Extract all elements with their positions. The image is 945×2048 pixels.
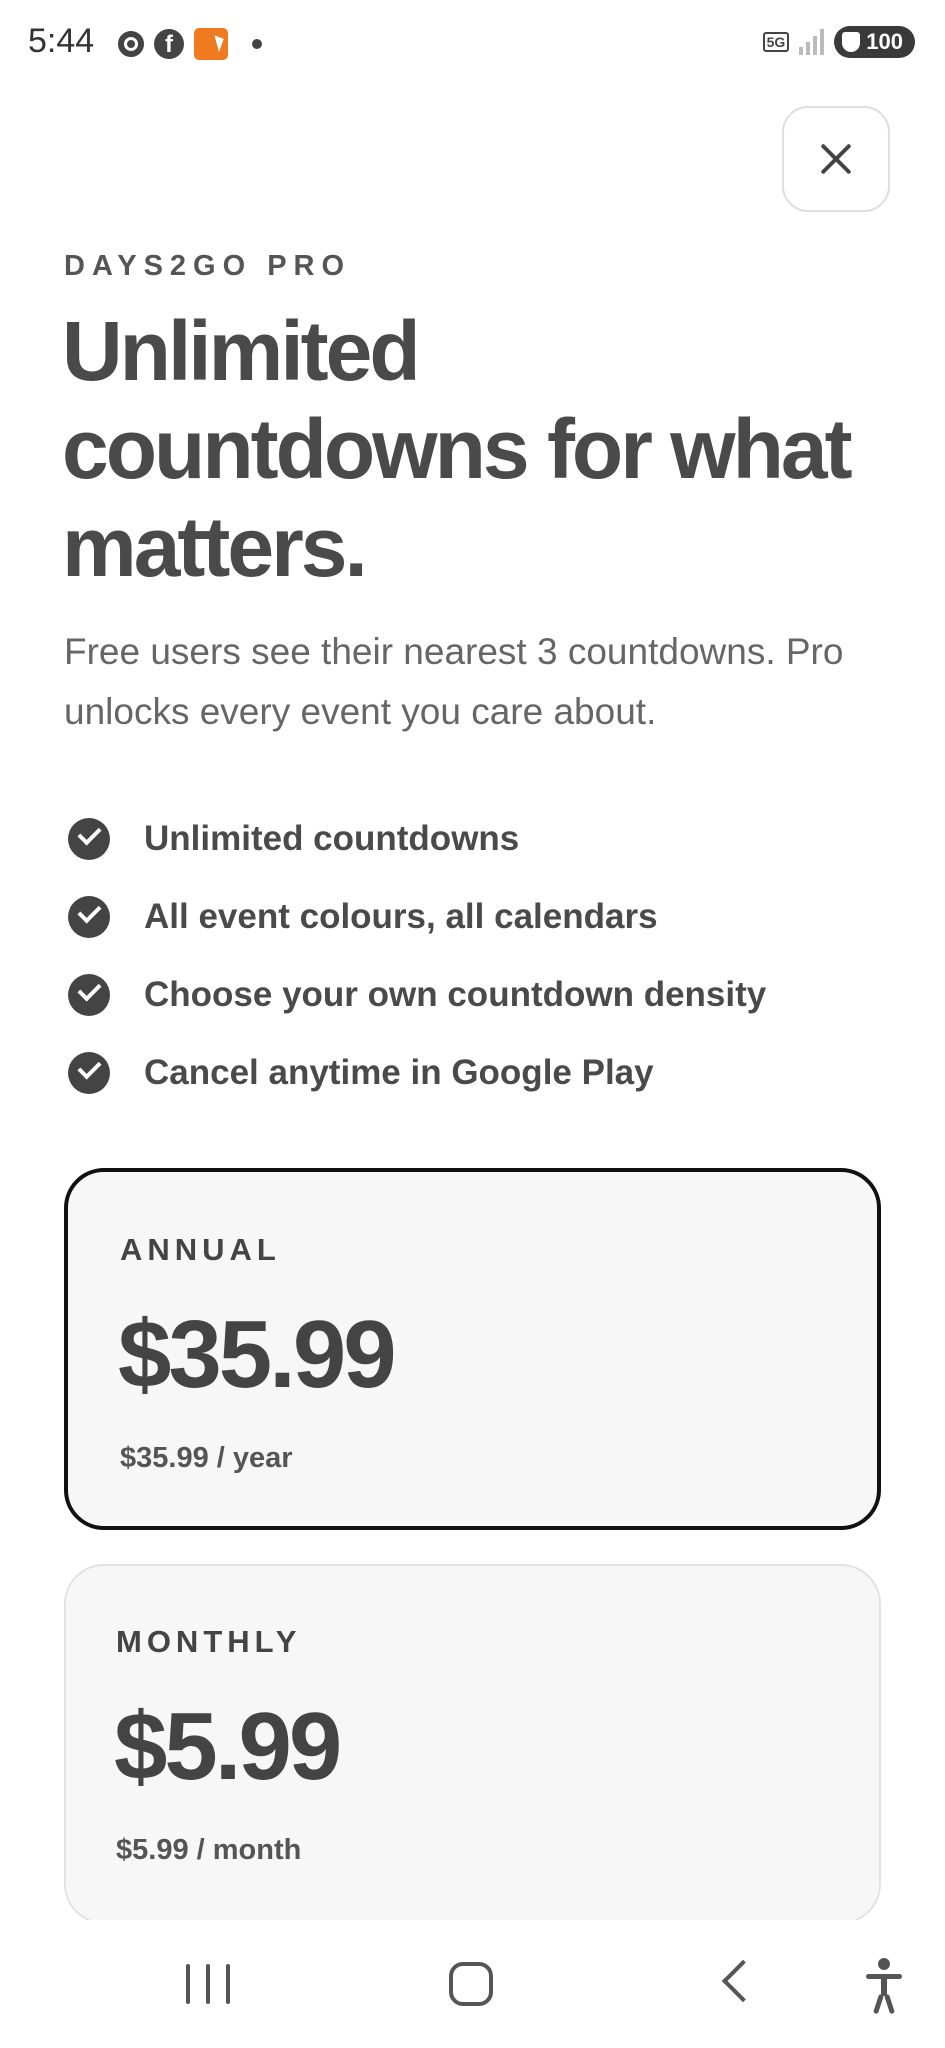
feature-item: Unlimited countdowns <box>68 800 766 878</box>
feature-label: All event colours, all calendars <box>144 897 658 936</box>
check-circle-icon <box>68 1052 110 1094</box>
notification-icons: f <box>118 28 262 60</box>
home-icon[interactable] <box>449 1962 493 2006</box>
check-circle-icon <box>68 818 110 860</box>
feature-item: All event colours, all calendars <box>68 878 766 956</box>
plan-price: $5.99 <box>114 1693 342 1800</box>
shield-icon <box>842 32 861 52</box>
chrome-icon <box>118 31 144 57</box>
plan-period: $35.99 / year <box>120 1442 293 1474</box>
back-icon[interactable] <box>721 1959 765 2003</box>
5g-icon: 5G <box>762 32 790 52</box>
feature-label: Unlimited countdowns <box>144 819 520 858</box>
accessibility-icon[interactable] <box>864 1958 904 2015</box>
facebook-icon: f <box>154 29 184 59</box>
check-circle-icon <box>68 974 110 1016</box>
close-icon <box>820 143 852 175</box>
status-bar: 5:44 f 5G 100 <box>0 0 945 90</box>
battery-level: 100 <box>866 29 903 54</box>
close-button[interactable] <box>782 106 890 212</box>
recent-apps-icon[interactable] <box>186 1964 230 2004</box>
feature-label: Choose your own countdown density <box>144 975 767 1014</box>
plan-price: $35.99 <box>118 1301 397 1408</box>
status-time: 5:44 <box>28 22 95 60</box>
feature-item: Cancel anytime in Google Play <box>68 1034 766 1112</box>
feature-item: Choose your own countdown density <box>68 956 766 1034</box>
page-title: Unlimited countdowns for what matters. <box>62 304 853 594</box>
system-icons: 5G 100 <box>762 26 915 58</box>
signal-icon <box>799 29 825 55</box>
battery-icon: 100 <box>834 26 915 58</box>
app-notification-icon <box>194 28 228 60</box>
product-eyebrow: DAYS2GO PRO <box>64 250 352 282</box>
plan-card-monthly[interactable]: MONTHLY $5.99 $5.99 / month <box>64 1564 881 1924</box>
feature-label: Cancel anytime in Google Play <box>144 1053 654 1092</box>
plan-card-annual[interactable]: ANNUAL $35.99 $35.99 / year <box>64 1168 881 1530</box>
navigation-bar <box>0 1920 945 2048</box>
check-circle-icon <box>68 896 110 938</box>
plan-name: ANNUAL <box>120 1232 281 1267</box>
dot-icon <box>252 39 262 49</box>
page-subtitle: Free users see their nearest 3 countdown… <box>64 631 844 732</box>
plan-name: MONTHLY <box>116 1624 302 1659</box>
plan-period: $5.99 / month <box>116 1834 302 1866</box>
feature-list: Unlimited countdowns All event colours, … <box>68 800 766 1112</box>
